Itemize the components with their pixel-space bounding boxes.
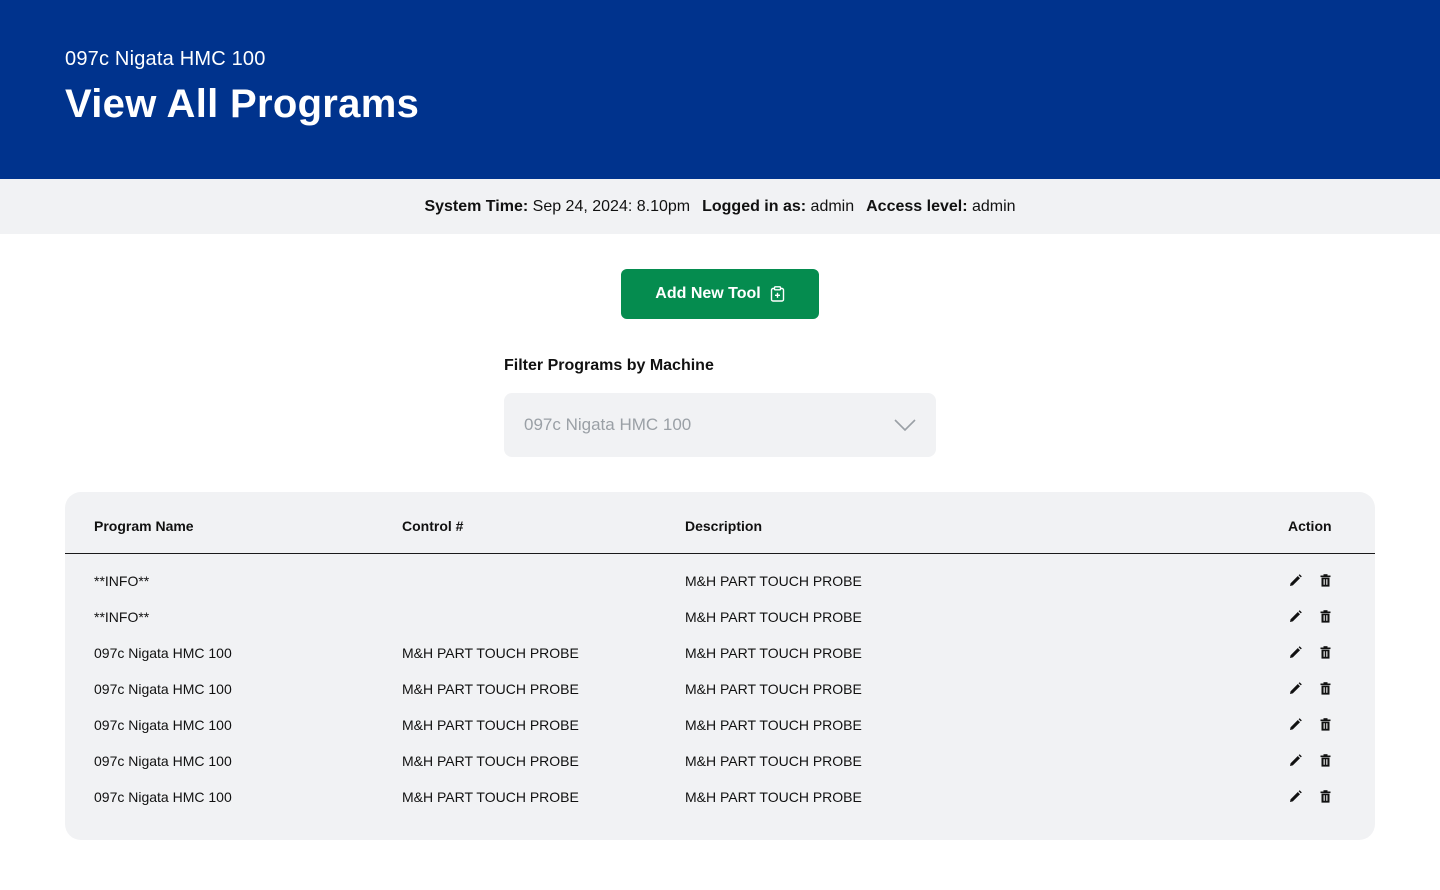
program-name-cell: 097c Nigata HMC 100 — [94, 717, 232, 733]
page-title: View All Programs — [65, 82, 420, 126]
control-number-cell: M&H PART TOUCH PROBE — [402, 645, 579, 661]
programs-table: Program Name Control # Description Actio… — [65, 492, 1375, 840]
access-level-value: admin — [971, 197, 1016, 215]
control-number-cell: M&H PART TOUCH PROBE — [402, 717, 579, 733]
system-time-value: Sep 24, 2024: 8.10pm — [532, 197, 691, 215]
page-header: 097c Nigata HMC 100 View All Programs — [0, 0, 1440, 179]
access-level-label: Access level: — [866, 197, 968, 215]
table-row: 097c Nigata HMC 100 M&H PART TOUCH PROBE M… — [65, 743, 1375, 779]
trash-icon[interactable] — [1317, 572, 1333, 588]
table-header: Program Name Control # Description Actio… — [65, 492, 1375, 554]
pencil-icon[interactable] — [1287, 788, 1303, 804]
program-name-cell: **INFO** — [94, 609, 150, 625]
column-header-description[interactable]: Description — [685, 518, 762, 534]
program-name-cell: 097c Nigata HMC 100 — [94, 681, 232, 697]
machine-filter-select[interactable]: 097c Nigata HMC 100 — [504, 393, 936, 457]
pencil-icon[interactable] — [1287, 608, 1303, 624]
program-name-cell: **INFO** — [94, 573, 150, 589]
description-cell: M&H PART TOUCH PROBE — [685, 681, 862, 697]
clipboard-plus-icon — [770, 286, 785, 302]
table-row: **INFO** M&H PART TOUCH PROBE — [65, 563, 1375, 599]
column-header-program-name[interactable]: Program Name — [94, 518, 194, 534]
column-header-action: Action — [1288, 518, 1332, 534]
add-new-tool-label: Add New Tool — [655, 285, 761, 302]
pencil-icon[interactable] — [1287, 680, 1303, 696]
pencil-icon[interactable] — [1287, 752, 1303, 768]
system-time-label: System Time: — [424, 197, 529, 215]
logged-in-label: Logged in as: — [702, 197, 807, 215]
trash-icon[interactable] — [1317, 608, 1333, 624]
description-cell: M&H PART TOUCH PROBE — [685, 609, 862, 625]
trash-icon[interactable] — [1317, 788, 1333, 804]
trash-icon[interactable] — [1317, 680, 1333, 696]
description-cell: M&H PART TOUCH PROBE — [685, 645, 862, 661]
access-level: Access level: admin — [866, 198, 1015, 216]
filter-label: Filter Programs by Machine — [504, 357, 714, 374]
table-row: 097c Nigata HMC 100 M&H PART TOUCH PROBE M… — [65, 635, 1375, 671]
pencil-icon[interactable] — [1287, 644, 1303, 660]
column-header-control[interactable]: Control # — [402, 518, 463, 534]
machine-filter-value: 097c Nigata HMC 100 — [524, 415, 692, 434]
pencil-icon[interactable] — [1287, 716, 1303, 732]
logged-in: Logged in as: admin — [702, 198, 854, 216]
description-cell: M&H PART TOUCH PROBE — [685, 753, 862, 769]
machine-name: 097c Nigata HMC 100 — [65, 48, 266, 70]
description-cell: M&H PART TOUCH PROBE — [685, 573, 862, 589]
control-number-cell: M&H PART TOUCH PROBE — [402, 789, 579, 805]
chevron-down-icon — [894, 419, 916, 431]
add-new-tool-button[interactable]: Add New Tool — [621, 269, 819, 319]
control-number-cell: M&H PART TOUCH PROBE — [402, 753, 579, 769]
program-name-cell: 097c Nigata HMC 100 — [94, 645, 232, 661]
trash-icon[interactable] — [1317, 716, 1333, 732]
pencil-icon[interactable] — [1287, 572, 1303, 588]
table-row: **INFO** M&H PART TOUCH PROBE — [65, 599, 1375, 635]
description-cell: M&H PART TOUCH PROBE — [685, 789, 862, 805]
status-bar: System Time: Sep 24, 2024: 8.10pm Logged… — [0, 179, 1440, 234]
description-cell: M&H PART TOUCH PROBE — [685, 717, 862, 733]
program-name-cell: 097c Nigata HMC 100 — [94, 753, 232, 769]
program-name-cell: 097c Nigata HMC 100 — [94, 789, 232, 805]
control-number-cell: M&H PART TOUCH PROBE — [402, 681, 579, 697]
table-row: 097c Nigata HMC 100 M&H PART TOUCH PROBE M… — [65, 707, 1375, 743]
trash-icon[interactable] — [1317, 644, 1333, 660]
trash-icon[interactable] — [1317, 752, 1333, 768]
table-row: 097c Nigata HMC 100 M&H PART TOUCH PROBE M… — [65, 671, 1375, 707]
logged-in-value: admin — [810, 197, 855, 215]
table-row: 097c Nigata HMC 100 M&H PART TOUCH PROBE M… — [65, 779, 1375, 815]
system-time: System Time: Sep 24, 2024: 8.10pm — [424, 198, 690, 216]
